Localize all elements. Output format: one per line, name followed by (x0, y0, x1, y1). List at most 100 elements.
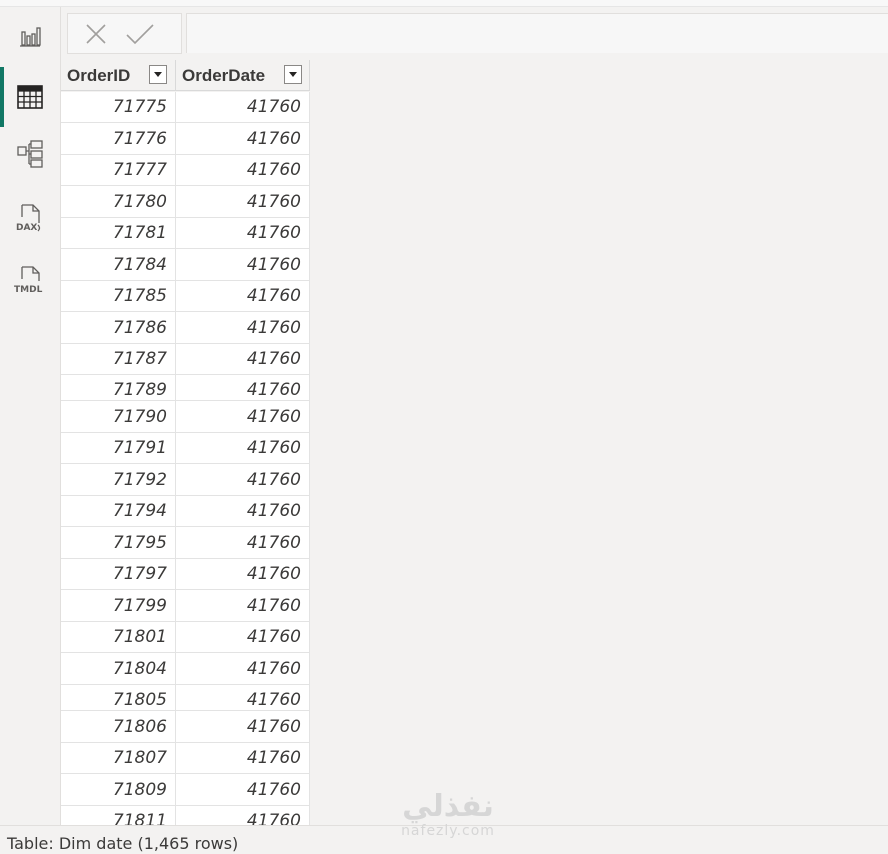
commit-formula-button[interactable] (120, 14, 160, 53)
orderid-cell[interactable]: 71794 (61, 496, 176, 526)
dax-document-icon: DAX (16, 204, 41, 233)
orderid-cell[interactable]: 71799 (61, 590, 176, 621)
table-row: 71777 41760 (61, 155, 310, 186)
orderid-cell[interactable]: 71806 (61, 711, 176, 742)
table-row: 71811 41760 (61, 806, 310, 825)
orderid-cell[interactable]: 71786 (61, 312, 176, 343)
orderdate-cell[interactable]: 41760 (176, 590, 310, 621)
column-header-orderid[interactable]: OrderID (61, 60, 176, 91)
table-row: 71794 41760 (61, 496, 310, 527)
data-grid: OrderID OrderDate 71775 41760 71776 41760 71… (61, 60, 310, 825)
orderid-cell[interactable]: 71787 (61, 344, 176, 374)
tmdl-view-button[interactable]: TMDL (0, 255, 60, 305)
table-row: 71787 41760 (61, 344, 310, 375)
orderid-cell[interactable]: 71807 (61, 743, 176, 773)
orderdate-cell[interactable]: 41760 (176, 92, 310, 122)
orderdate-cell[interactable]: 41760 (176, 375, 310, 400)
cancel-formula-button[interactable] (76, 14, 116, 53)
orderdate-cell[interactable]: 41760 (176, 312, 310, 343)
orderdate-cell[interactable]: 41760 (176, 344, 310, 374)
orderdate-cell[interactable]: 41760 (176, 806, 310, 825)
orderid-cell[interactable]: 71791 (61, 433, 176, 463)
orderid-cell[interactable]: 71804 (61, 653, 176, 684)
orderdate-cell[interactable]: 41760 (176, 218, 310, 248)
orderdate-cell[interactable]: 41760 (176, 123, 310, 154)
orderdate-cell[interactable]: 41760 (176, 496, 310, 526)
orderid-cell[interactable]: 71785 (61, 281, 176, 311)
table-row: 71790 41760 (61, 401, 310, 433)
orderid-cell[interactable]: 71809 (61, 774, 176, 805)
table-row: 71805 41760 (61, 685, 310, 711)
orderdate-cell[interactable]: 41760 (176, 774, 310, 805)
orderdate-cell[interactable]: 41760 (176, 281, 310, 311)
column-header-orderdate[interactable]: OrderDate (176, 60, 310, 91)
column-header-label: OrderID (67, 66, 131, 85)
model-diagram-icon (17, 140, 43, 168)
orderid-cell[interactable]: 71776 (61, 123, 176, 154)
orderid-cell[interactable]: 71789 (61, 375, 176, 400)
table-view-button[interactable] (0, 67, 60, 127)
table-row: 71804 41760 (61, 653, 310, 685)
chevron-down-icon (289, 72, 297, 77)
orderid-cell[interactable]: 71781 (61, 218, 176, 248)
table-row: 71792 41760 (61, 464, 310, 496)
table-row: 71784 41760 (61, 249, 310, 281)
orderid-cell[interactable]: 71784 (61, 249, 176, 280)
orderid-cell[interactable]: 71805 (61, 685, 176, 710)
orderdate-cell[interactable]: 41760 (176, 155, 310, 185)
orderid-cell[interactable]: 71780 (61, 186, 176, 217)
orderdate-cell[interactable]: 41760 (176, 653, 310, 684)
table-grid-icon (17, 85, 43, 109)
filter-dropdown-button[interactable] (284, 65, 302, 84)
table-row: 71801 41760 (61, 622, 310, 653)
grid-header: OrderID OrderDate (61, 60, 310, 92)
watermark: نفذلي nafezly.com (388, 790, 508, 850)
formula-input[interactable] (186, 13, 888, 53)
orderid-cell[interactable]: 71795 (61, 527, 176, 558)
orderdate-cell[interactable]: 41760 (176, 559, 310, 589)
orderid-cell[interactable]: 71775 (61, 92, 176, 122)
report-view-button[interactable] (0, 11, 60, 61)
table-row: 71799 41760 (61, 590, 310, 622)
orderdate-cell[interactable]: 41760 (176, 622, 310, 652)
table-row: 71781 41760 (61, 218, 310, 249)
table-row: 71797 41760 (61, 559, 310, 590)
model-view-button[interactable] (0, 129, 60, 179)
watermark-latin: nafezly.com (401, 823, 495, 839)
table-row: 71789 41760 (61, 375, 310, 401)
grid-rows: 71775 41760 71776 41760 71777 41760 71780 41760… (61, 92, 310, 825)
orderid-cell[interactable]: 71777 (61, 155, 176, 185)
orderdate-cell[interactable]: 41760 (176, 186, 310, 217)
table-row: 71786 41760 (61, 312, 310, 344)
formula-bar-actions (67, 13, 182, 54)
table-row: 71785 41760 (61, 281, 310, 312)
table-row: 71780 41760 (61, 186, 310, 218)
table-row: 71809 41760 (61, 774, 310, 806)
dax-query-view-button[interactable]: DAX (0, 193, 60, 243)
check-icon (126, 23, 154, 44)
orderdate-cell[interactable]: 41760 (176, 249, 310, 280)
orderdate-cell[interactable]: 41760 (176, 401, 310, 432)
svg-text:TMDL: TMDL (14, 285, 43, 295)
watermark-arabic: نفذلي (402, 789, 494, 824)
table-row: 71776 41760 (61, 123, 310, 155)
bar-chart-icon (20, 27, 41, 47)
orderdate-cell[interactable]: 41760 (176, 464, 310, 495)
orderdate-cell[interactable]: 41760 (176, 527, 310, 558)
orderdate-cell[interactable]: 41760 (176, 743, 310, 773)
orderdate-cell[interactable]: 41760 (176, 433, 310, 463)
orderdate-cell[interactable]: 41760 (176, 711, 310, 742)
table-row: 71775 41760 (61, 92, 310, 123)
orderid-cell[interactable]: 71792 (61, 464, 176, 495)
tmdl-document-icon: TMDL (14, 266, 43, 295)
svg-text:DAX: DAX (16, 223, 37, 233)
status-text: Table: Dim date (1,465 rows) (7, 834, 239, 853)
orderid-cell[interactable]: 71801 (61, 622, 176, 652)
close-icon (86, 23, 106, 44)
filter-dropdown-button[interactable] (149, 65, 167, 84)
orderid-cell[interactable]: 71797 (61, 559, 176, 589)
orderid-cell[interactable]: 71811 (61, 806, 176, 825)
table-row: 71795 41760 (61, 527, 310, 559)
orderid-cell[interactable]: 71790 (61, 401, 176, 432)
orderdate-cell[interactable]: 41760 (176, 685, 310, 710)
